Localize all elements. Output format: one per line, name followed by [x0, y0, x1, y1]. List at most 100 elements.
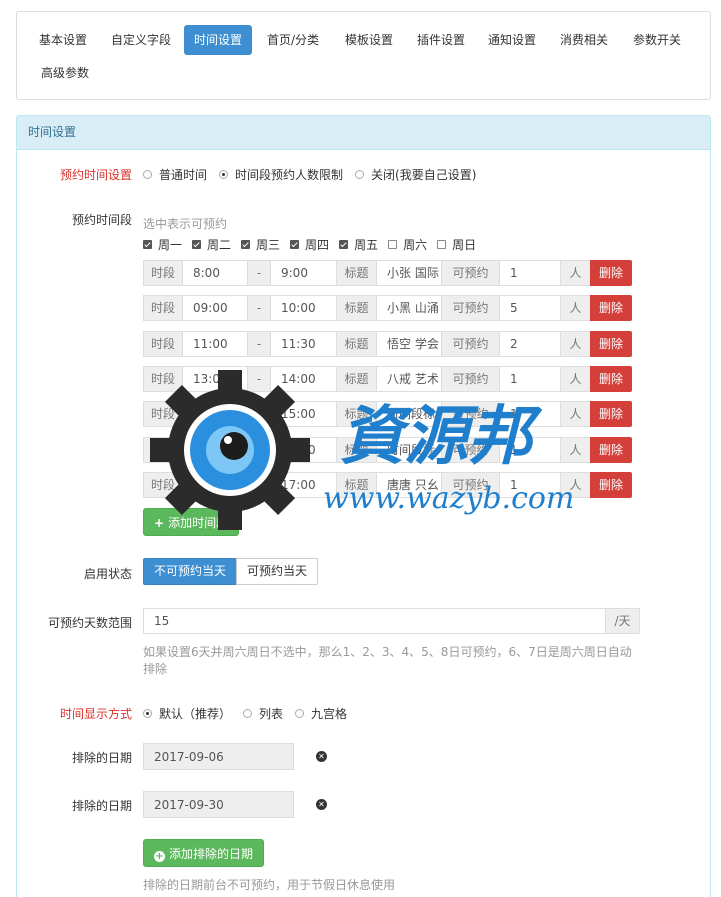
start-time-input[interactable]: 15:00: [182, 437, 248, 463]
count-input[interactable]: 2: [499, 331, 561, 357]
radio-label: 普通时间: [159, 168, 208, 182]
tab-template[interactable]: 模板设置: [335, 25, 403, 55]
status-not-same-day[interactable]: 不可预约当天: [143, 558, 238, 585]
tab-consumption[interactable]: 消费相关: [550, 25, 618, 55]
radio-off[interactable]: [355, 170, 365, 179]
unit-addon: 人: [560, 401, 591, 427]
end-time-input[interactable]: 16:00: [270, 437, 337, 463]
remove-date-icon[interactable]: ✕: [316, 751, 327, 762]
title-input[interactable]: 八戒 艺术: [376, 366, 442, 392]
tab-basic[interactable]: 基本设置: [29, 25, 97, 55]
period-addon: 时段: [143, 331, 183, 357]
count-input[interactable]: 1: [499, 401, 561, 427]
checkbox-thu[interactable]: [290, 240, 300, 249]
checkbox-sun[interactable]: [437, 240, 447, 249]
title-input[interactable]: 悟空 学会: [376, 331, 442, 357]
status-same-day[interactable]: 可预约当天: [236, 558, 319, 585]
start-time-input[interactable]: 8:00: [182, 260, 248, 286]
time-period-row: 时段 14:00-15:00 标题 时间段标 可预约 1 人删除: [143, 401, 639, 427]
add-excluded-date-button[interactable]: + 添加排除的日期: [143, 839, 265, 867]
unit-addon: 人: [560, 437, 591, 463]
radio-grid[interactable]: [295, 709, 305, 718]
end-time-input[interactable]: 17:00: [270, 472, 337, 498]
add-period-button[interactable]: + 添加时间段: [143, 508, 240, 536]
time-period-row: 时段 13:00-14:00 标题 八戒 艺术 可预约 1 人删除: [143, 366, 639, 392]
time-settings-panel: 时间设置: [16, 115, 711, 897]
days-range-input[interactable]: 15: [143, 608, 606, 634]
delete-period-button[interactable]: 删除: [590, 366, 632, 392]
start-time-input[interactable]: 11:00: [182, 331, 248, 357]
excluded-date-input[interactable]: 2017-09-06: [143, 743, 294, 770]
plus-icon: +: [154, 516, 165, 530]
end-time-input[interactable]: 14:00: [270, 366, 337, 392]
tab-param-switches[interactable]: 参数开关: [623, 25, 691, 55]
excluded-date-input[interactable]: 2017-09-30: [143, 791, 294, 818]
radio-label: 列表: [259, 707, 284, 721]
delete-period-button[interactable]: 删除: [590, 260, 632, 286]
checkbox-wed[interactable]: [241, 240, 251, 249]
period-addon: 时段: [143, 260, 183, 286]
dash-addon: -: [247, 295, 271, 321]
checkbox-label: 周三: [256, 238, 281, 252]
radio-period-limit[interactable]: [219, 170, 229, 179]
start-time-input[interactable]: 14:00: [182, 401, 248, 427]
tab-home-category[interactable]: 首页/分类: [257, 25, 329, 55]
weekday-checkboxes: 周一 周二 周三 周四 周五 周六 周日: [143, 236, 486, 253]
tab-time-settings[interactable]: 时间设置: [184, 25, 253, 55]
checkbox-tue[interactable]: [192, 240, 202, 249]
settings-tabs: 基本设置 自定义字段 时间设置 首页/分类 模板设置 插件设置 通知设置 消费相…: [16, 11, 711, 100]
radio-label: 时间段预约人数限制: [235, 168, 344, 182]
checkbox-fri[interactable]: [339, 240, 349, 249]
add-excluded-date-label: 添加排除的日期: [169, 847, 254, 861]
title-addon: 标题: [336, 331, 377, 357]
start-time-input[interactable]: 16:00: [182, 472, 248, 498]
count-input[interactable]: 5: [499, 295, 561, 321]
end-time-input[interactable]: 15:00: [270, 401, 337, 427]
count-input[interactable]: 1: [499, 366, 561, 392]
available-addon: 可预约: [441, 366, 500, 392]
radio-list[interactable]: [243, 709, 253, 718]
start-time-input[interactable]: 09:00: [182, 295, 248, 321]
booking-mode-label: 预约时间设置: [59, 168, 132, 182]
delete-period-button[interactable]: 删除: [590, 472, 632, 498]
tab-plugins[interactable]: 插件设置: [407, 25, 475, 55]
available-addon: 可预约: [441, 401, 500, 427]
start-time-input[interactable]: 13:00: [182, 366, 248, 392]
radio-default[interactable]: [143, 709, 152, 718]
excluded-dates-help: 排除的日期前台不可预约，用于节假日休息使用: [143, 878, 396, 892]
count-input[interactable]: 1: [499, 437, 561, 463]
end-time-input[interactable]: 11:30: [270, 331, 337, 357]
end-time-input[interactable]: 10:00: [270, 295, 337, 321]
tab-advanced[interactable]: 高级参数: [31, 58, 99, 88]
remove-date-icon[interactable]: ✕: [316, 799, 327, 810]
period-addon: 时段: [143, 366, 183, 392]
period-addon: 时段: [143, 401, 183, 427]
add-period-label: 添加时间段: [168, 516, 229, 530]
title-input[interactable]: 小张 国际: [376, 260, 442, 286]
delete-period-button[interactable]: 删除: [590, 437, 632, 463]
available-addon: 可预约: [441, 472, 500, 498]
checkbox-label: 周五: [354, 238, 379, 252]
display-mode-radios: 默认（推荐） 列表 九宫格: [143, 705, 359, 722]
dash-addon: -: [247, 260, 271, 286]
tab-custom-fields[interactable]: 自定义字段: [101, 25, 181, 55]
title-input[interactable]: 时间段标: [376, 401, 442, 427]
delete-period-button[interactable]: 删除: [590, 401, 632, 427]
count-input[interactable]: 1: [499, 260, 561, 286]
checkbox-sat[interactable]: [388, 240, 398, 249]
count-input[interactable]: 1: [499, 472, 561, 498]
available-addon: 可预约: [441, 295, 500, 321]
checkbox-mon[interactable]: [143, 240, 152, 249]
excluded-date-label: 排除的日期: [71, 751, 132, 765]
unit-addon: 人: [560, 260, 591, 286]
radio-label: 关闭(我要自己设置): [371, 168, 477, 182]
title-input[interactable]: 唐唐 只幺: [376, 472, 442, 498]
delete-period-button[interactable]: 删除: [590, 295, 632, 321]
radio-normal-time[interactable]: [143, 170, 152, 179]
tab-notifications[interactable]: 通知设置: [478, 25, 546, 55]
title-input[interactable]: 小黑 山涌: [376, 295, 442, 321]
end-time-input[interactable]: 9:00: [270, 260, 337, 286]
plus-circle-icon: +: [154, 851, 165, 862]
title-input[interactable]: 时间段标: [376, 437, 442, 463]
delete-period-button[interactable]: 删除: [590, 331, 632, 357]
